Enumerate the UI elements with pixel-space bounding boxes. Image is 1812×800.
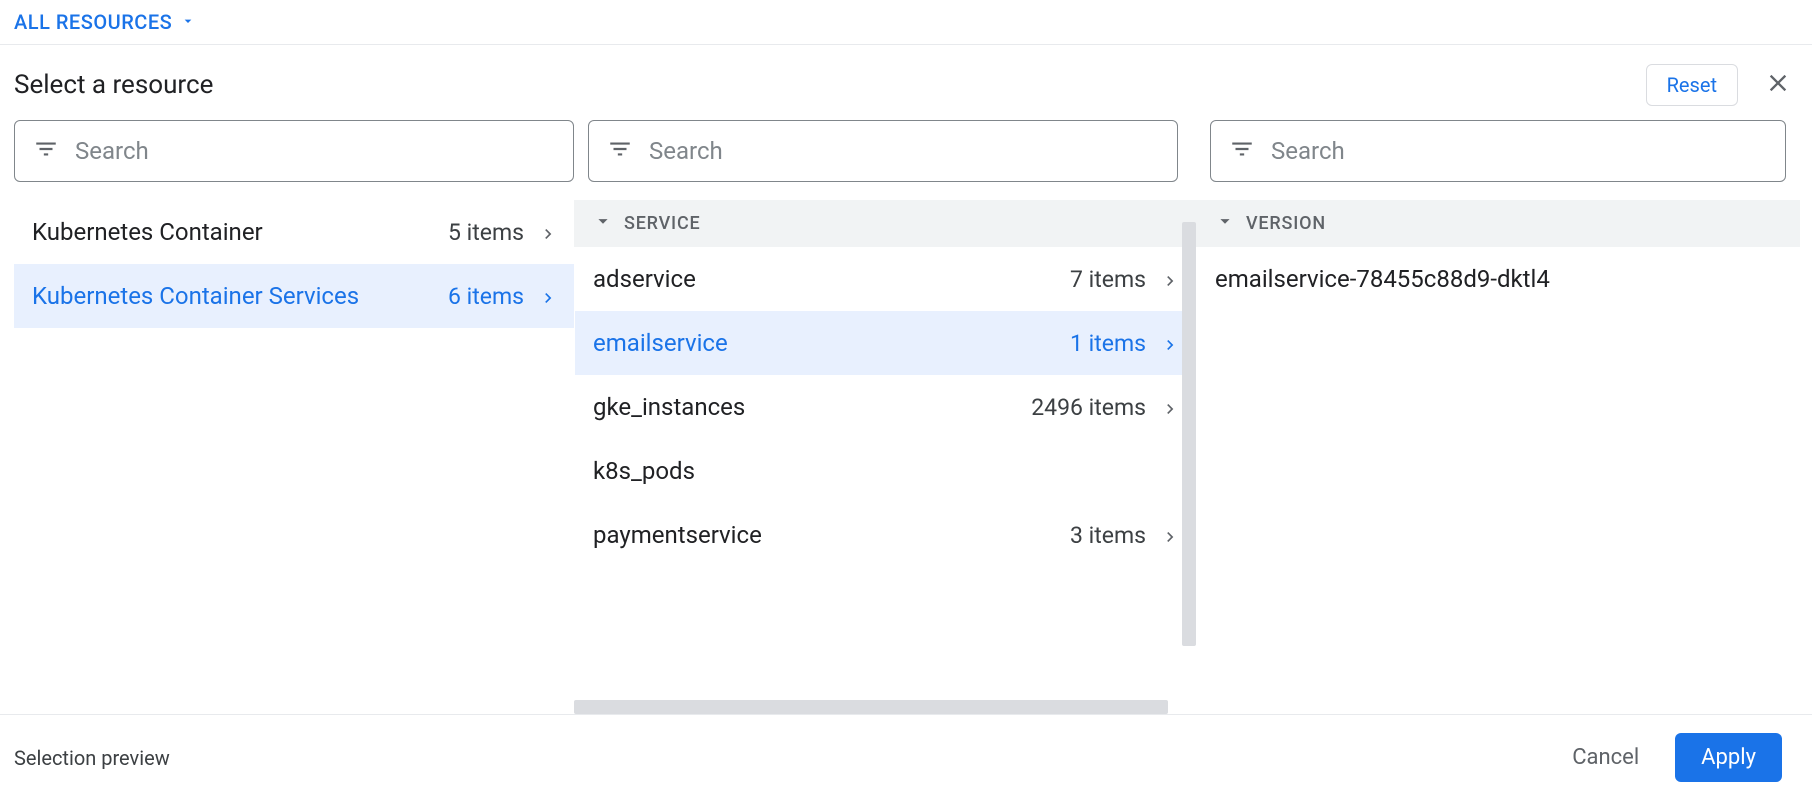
caret-down-icon bbox=[180, 10, 196, 34]
apply-button[interactable]: Apply bbox=[1675, 733, 1782, 782]
search-input-col2[interactable] bbox=[647, 136, 1159, 166]
breadcrumb-label: ALL RESOURCES bbox=[14, 10, 172, 34]
resource-type-item[interactable]: Kubernetes Container Services6 items bbox=[14, 264, 574, 328]
service-item-label: k8s_pods bbox=[593, 457, 1178, 485]
service-item[interactable]: emailservice1 items bbox=[575, 311, 1196, 375]
heading-row: Select a resource Reset bbox=[0, 45, 1812, 106]
version-list: emailservice-78455c88d9-dktl4 bbox=[1196, 247, 1800, 714]
resource-type-item-meta: 6 items bbox=[448, 283, 556, 310]
chevron-right-icon bbox=[538, 223, 556, 241]
version-group-header[interactable]: VERSION bbox=[1196, 200, 1800, 247]
resource-type-item-label: Kubernetes Container bbox=[32, 218, 448, 246]
chevron-right-icon bbox=[1160, 398, 1178, 416]
filter-icon bbox=[1229, 136, 1255, 166]
resource-type-item-meta: 5 items bbox=[448, 219, 556, 246]
service-item-label: adservice bbox=[593, 265, 1070, 293]
chevron-down-icon bbox=[1214, 210, 1236, 237]
service-list: adservice7 itemsemailservice1 itemsgke_i… bbox=[574, 247, 1196, 700]
service-item-count: 1 items bbox=[1070, 330, 1146, 357]
resource-type-list: Kubernetes Container5 itemsKubernetes Co… bbox=[14, 200, 574, 714]
service-item-count: 7 items bbox=[1070, 266, 1146, 293]
scrollbar-horizontal[interactable] bbox=[574, 700, 1168, 714]
search-box-col1[interactable] bbox=[14, 120, 574, 182]
service-column: SERVICE adservice7 itemsemailservice1 it… bbox=[574, 120, 1196, 714]
footer: Selection preview Cancel Apply bbox=[0, 714, 1812, 800]
resource-type-item[interactable]: Kubernetes Container5 items bbox=[14, 200, 574, 264]
chevron-right-icon bbox=[538, 287, 556, 305]
service-header-label: SERVICE bbox=[624, 213, 700, 234]
filter-icon bbox=[33, 136, 59, 166]
search-box-col2[interactable] bbox=[588, 120, 1178, 182]
service-item[interactable]: k8s_pods bbox=[575, 439, 1196, 503]
scrollbar-vertical[interactable] bbox=[1182, 222, 1196, 646]
service-item-meta: 7 items bbox=[1070, 266, 1178, 293]
service-item-label: emailservice bbox=[593, 329, 1070, 357]
search-box-col3[interactable] bbox=[1210, 120, 1786, 182]
resource-type-item-count: 5 items bbox=[448, 219, 524, 246]
search-input-col3[interactable] bbox=[1269, 136, 1767, 166]
service-item[interactable]: adservice7 items bbox=[575, 247, 1196, 311]
selection-preview-label: Selection preview bbox=[14, 746, 170, 770]
service-item-meta: 1 items bbox=[1070, 330, 1178, 357]
version-item-label: emailservice-78455c88d9-dktl4 bbox=[1215, 265, 1782, 293]
filter-icon bbox=[607, 136, 633, 166]
service-item[interactable]: gke_instances2496 items bbox=[575, 375, 1196, 439]
chevron-right-icon bbox=[1160, 526, 1178, 544]
service-item-meta: 3 items bbox=[1070, 522, 1178, 549]
close-icon bbox=[1764, 69, 1792, 100]
topbar: ALL RESOURCES bbox=[0, 0, 1812, 45]
version-column: VERSION emailservice-78455c88d9-dktl4 bbox=[1196, 120, 1800, 714]
resource-type-column: Kubernetes Container5 itemsKubernetes Co… bbox=[14, 120, 574, 714]
service-item-label: gke_instances bbox=[593, 393, 1031, 421]
version-item[interactable]: emailservice-78455c88d9-dktl4 bbox=[1197, 247, 1800, 311]
page-title: Select a resource bbox=[14, 70, 213, 100]
service-group-header[interactable]: SERVICE bbox=[574, 200, 1196, 247]
breadcrumb-all-resources[interactable]: ALL RESOURCES bbox=[14, 10, 196, 34]
resource-type-item-label: Kubernetes Container Services bbox=[32, 282, 448, 310]
version-header-label: VERSION bbox=[1246, 213, 1326, 234]
chevron-right-icon bbox=[1160, 270, 1178, 288]
chevron-down-icon bbox=[592, 210, 614, 237]
cancel-button[interactable]: Cancel bbox=[1566, 744, 1645, 771]
service-item[interactable]: paymentservice3 items bbox=[575, 503, 1196, 567]
reset-button[interactable]: Reset bbox=[1646, 64, 1738, 106]
columns: Kubernetes Container5 itemsKubernetes Co… bbox=[0, 106, 1812, 714]
resource-type-item-count: 6 items bbox=[448, 283, 524, 310]
service-item-label: paymentservice bbox=[593, 521, 1070, 549]
chevron-right-icon bbox=[1160, 334, 1178, 352]
service-item-count: 3 items bbox=[1070, 522, 1146, 549]
heading-actions: Reset bbox=[1646, 63, 1798, 106]
search-input-col1[interactable] bbox=[73, 136, 555, 166]
close-button[interactable] bbox=[1758, 63, 1798, 106]
footer-actions: Cancel Apply bbox=[1566, 733, 1782, 782]
service-item-meta: 2496 items bbox=[1031, 394, 1178, 421]
service-item-count: 2496 items bbox=[1031, 394, 1146, 421]
